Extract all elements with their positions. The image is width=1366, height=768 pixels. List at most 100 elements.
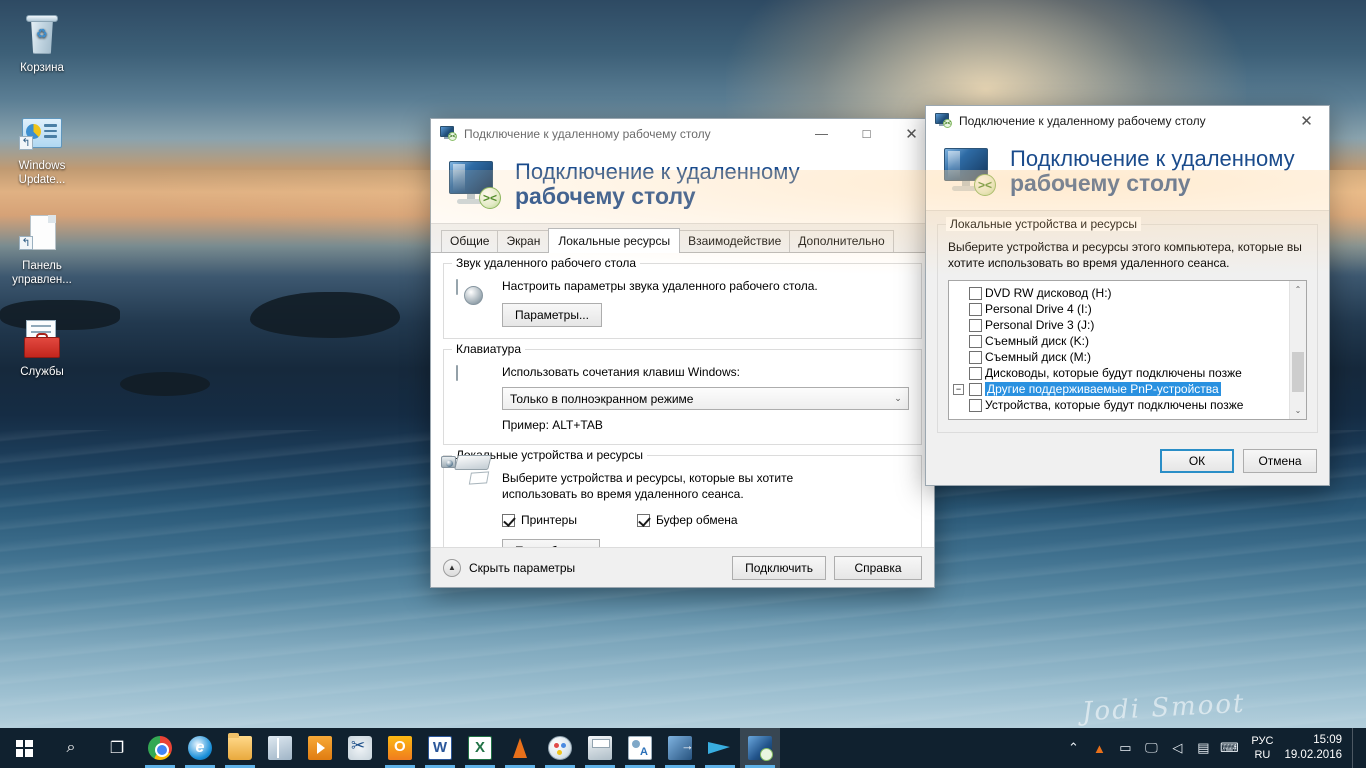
taskbar-app-scanner[interactable]: [580, 728, 620, 768]
vlc-cone-icon: [508, 736, 532, 760]
list-item-checkbox[interactable]: [969, 398, 982, 412]
list-item-label: Устройства, которые будут подключены поз…: [985, 398, 1244, 412]
taskbar-app-internet-explorer[interactable]: e: [180, 728, 220, 768]
taskbar-app-outlook[interactable]: [380, 728, 420, 768]
taskbar-app-logoff[interactable]: [660, 728, 700, 768]
audio-settings-button[interactable]: Параметры...: [502, 303, 602, 327]
list-item[interactable]: Съемный диск (M:): [949, 349, 1289, 365]
help-button[interactable]: Справка: [834, 555, 922, 580]
list-item-checkbox[interactable]: [969, 366, 982, 380]
listbox-scrollbar[interactable]: ⌃ ⌄: [1289, 281, 1306, 419]
shortcut-arrow-icon: ↰: [19, 136, 33, 150]
local-devices-dialog[interactable]: >< Подключение к удаленному рабочему сто…: [925, 105, 1330, 486]
tab-dopolnitelno[interactable]: Дополнительно: [789, 230, 894, 252]
desktop-icon-recycle-bin[interactable]: ♻ Корзина: [4, 14, 80, 76]
windows-key-combo[interactable]: Только в полноэкранном режиме ⌄: [502, 387, 909, 410]
desktop-icon-control-panel[interactable]: ↰ Панель управлен...: [4, 212, 80, 287]
list-item[interactable]: Personal Drive 3 (J:): [949, 317, 1289, 333]
scroll-up-button[interactable]: ⌃: [1290, 281, 1306, 298]
show-desktop-button[interactable]: [1352, 728, 1360, 768]
list-item[interactable]: DVD RW дисковод (H:): [949, 285, 1289, 301]
show-hidden-icons-button[interactable]: ⌃: [1060, 728, 1086, 768]
tab-ekran[interactable]: Экран: [497, 230, 550, 252]
collapse-expander-icon[interactable]: −: [953, 383, 964, 395]
maximize-button[interactable]: □: [844, 119, 889, 148]
telegram-icon: [708, 736, 732, 760]
list-item-checkbox[interactable]: [969, 302, 982, 316]
desktop-icon-windows-update[interactable]: ↰ Windows Update...: [4, 112, 80, 187]
tab-lokalnye-resursy[interactable]: Локальные ресурсы: [548, 228, 681, 253]
list-item-selected[interactable]: − Другие поддерживаемые PnP-устройства: [949, 381, 1289, 397]
vlc-tray-icon[interactable]: ▲: [1086, 728, 1112, 768]
action-center-icon[interactable]: ▤: [1190, 728, 1216, 768]
taskbar-app-contacts[interactable]: [620, 728, 660, 768]
start-button[interactable]: [0, 728, 48, 768]
desktop-icon-label: Панель управлен...: [12, 260, 72, 286]
list-item[interactable]: Устройства, которые будут подключены поз…: [949, 397, 1289, 413]
list-item-label: Съемный диск (K:): [985, 334, 1089, 348]
tab-strip[interactable]: Общие Экран Локальные ресурсы Взаимодейс…: [431, 224, 934, 253]
taskbar-app-telegram[interactable]: [700, 728, 740, 768]
language-line-1: РУС: [1251, 735, 1274, 747]
taskbar-app-vlc[interactable]: [500, 728, 540, 768]
cancel-button[interactable]: Отмена: [1243, 449, 1317, 473]
connect-button[interactable]: Подключить: [732, 555, 826, 580]
dialog-close-button[interactable]: ✕: [1284, 106, 1329, 135]
tab-obschie[interactable]: Общие: [441, 230, 499, 252]
scrollbar-track[interactable]: [1290, 298, 1306, 402]
outlook-icon: [388, 736, 412, 760]
list-item-checkbox[interactable]: [969, 382, 982, 396]
banner-line-1: Подключение к удаленному: [515, 158, 800, 184]
scrollbar-thumb[interactable]: [1292, 352, 1304, 392]
list-item-checkbox[interactable]: [969, 334, 982, 348]
volume-icon[interactable]: ◁: [1164, 728, 1190, 768]
list-item[interactable]: Personal Drive 4 (I:): [949, 301, 1289, 317]
battery-icon[interactable]: ▭: [1112, 728, 1138, 768]
devices-description-line-2: использовать во время удаленного сеанса.: [502, 487, 744, 501]
list-item[interactable]: Дисководы, которые будут подключены позж…: [949, 365, 1289, 381]
tab-vzaimodeystvie[interactable]: Взаимодействие: [679, 230, 791, 252]
list-item-checkbox[interactable]: [969, 318, 982, 332]
dialog-titlebar[interactable]: >< Подключение к удаленному рабочему сто…: [926, 106, 1329, 136]
clock[interactable]: 15:09 19.02.2016: [1282, 733, 1352, 763]
language-indicator[interactable]: РУС RU: [1242, 734, 1282, 762]
desktop[interactable]: Jodi Smoot ♻ Корзина ↰ Windows Update...…: [0, 0, 1366, 768]
taskbar-app-chrome[interactable]: [140, 728, 180, 768]
list-item-checkbox[interactable]: [969, 286, 982, 300]
taskbar-app-snipping-tool[interactable]: [340, 728, 380, 768]
taskbar-app-file-explorer[interactable]: [220, 728, 260, 768]
chevron-up-icon: ▲: [443, 558, 461, 577]
listbox-items: DVD RW дисковод (H:) Personal Drive 4 (I…: [949, 281, 1289, 419]
titlebar[interactable]: >< Подключение к удаленному рабочему сто…: [431, 119, 934, 149]
list-item[interactable]: Съемный диск (K:): [949, 333, 1289, 349]
dialog-footer: ОК Отмена: [926, 437, 1329, 485]
desktop-icon-services[interactable]: Службы: [4, 318, 80, 380]
minimize-button[interactable]: —: [799, 119, 844, 148]
remote-desktop-connection-window[interactable]: >< Подключение к удаленному рабочему сто…: [430, 118, 935, 588]
list-item-label: Personal Drive 3 (J:): [985, 318, 1095, 332]
scroll-down-button[interactable]: ⌄: [1290, 402, 1306, 419]
taskbar-app-excel[interactable]: X: [460, 728, 500, 768]
checkbox-clipboard[interactable]: Буфер обмена: [637, 513, 738, 527]
hide-options-button[interactable]: ▲ Скрыть параметры: [443, 558, 575, 577]
tab-content-panel: Звук удаленного рабочего стола Настроить…: [431, 253, 934, 575]
taskbar-app-media-player[interactable]: [300, 728, 340, 768]
taskbar[interactable]: ⌕ ❐ e W X ⌃ ▲ ▭ 🖵 ◁ ▤ ⌨: [0, 728, 1366, 768]
audio-description: Настроить параметры звука удаленного раб…: [502, 279, 818, 293]
network-icon[interactable]: 🖵: [1138, 728, 1164, 768]
dialog-banner: >< Подключение к удаленному рабочему сто…: [926, 136, 1329, 211]
taskbar-app-word[interactable]: W: [420, 728, 460, 768]
checkbox-printers[interactable]: Принтеры: [502, 513, 637, 527]
touch-keyboard-icon[interactable]: ⌨: [1216, 728, 1242, 768]
task-view-button[interactable]: ❐: [94, 728, 140, 768]
taskbar-app-store[interactable]: [260, 728, 300, 768]
taskbar-app-remote-desktop[interactable]: [740, 728, 780, 768]
search-button[interactable]: ⌕: [48, 728, 94, 768]
dialog-description-line-1: Выберите устройства и ресурсы этого комп…: [948, 240, 1302, 254]
list-item-checkbox[interactable]: [969, 350, 982, 364]
devices-listbox[interactable]: DVD RW дисковод (H:) Personal Drive 4 (I…: [948, 280, 1307, 420]
checkbox-label: Принтеры: [521, 513, 577, 527]
taskbar-app-paint[interactable]: [540, 728, 580, 768]
wallpaper-rock: [120, 372, 210, 396]
ok-button[interactable]: ОК: [1160, 449, 1234, 473]
